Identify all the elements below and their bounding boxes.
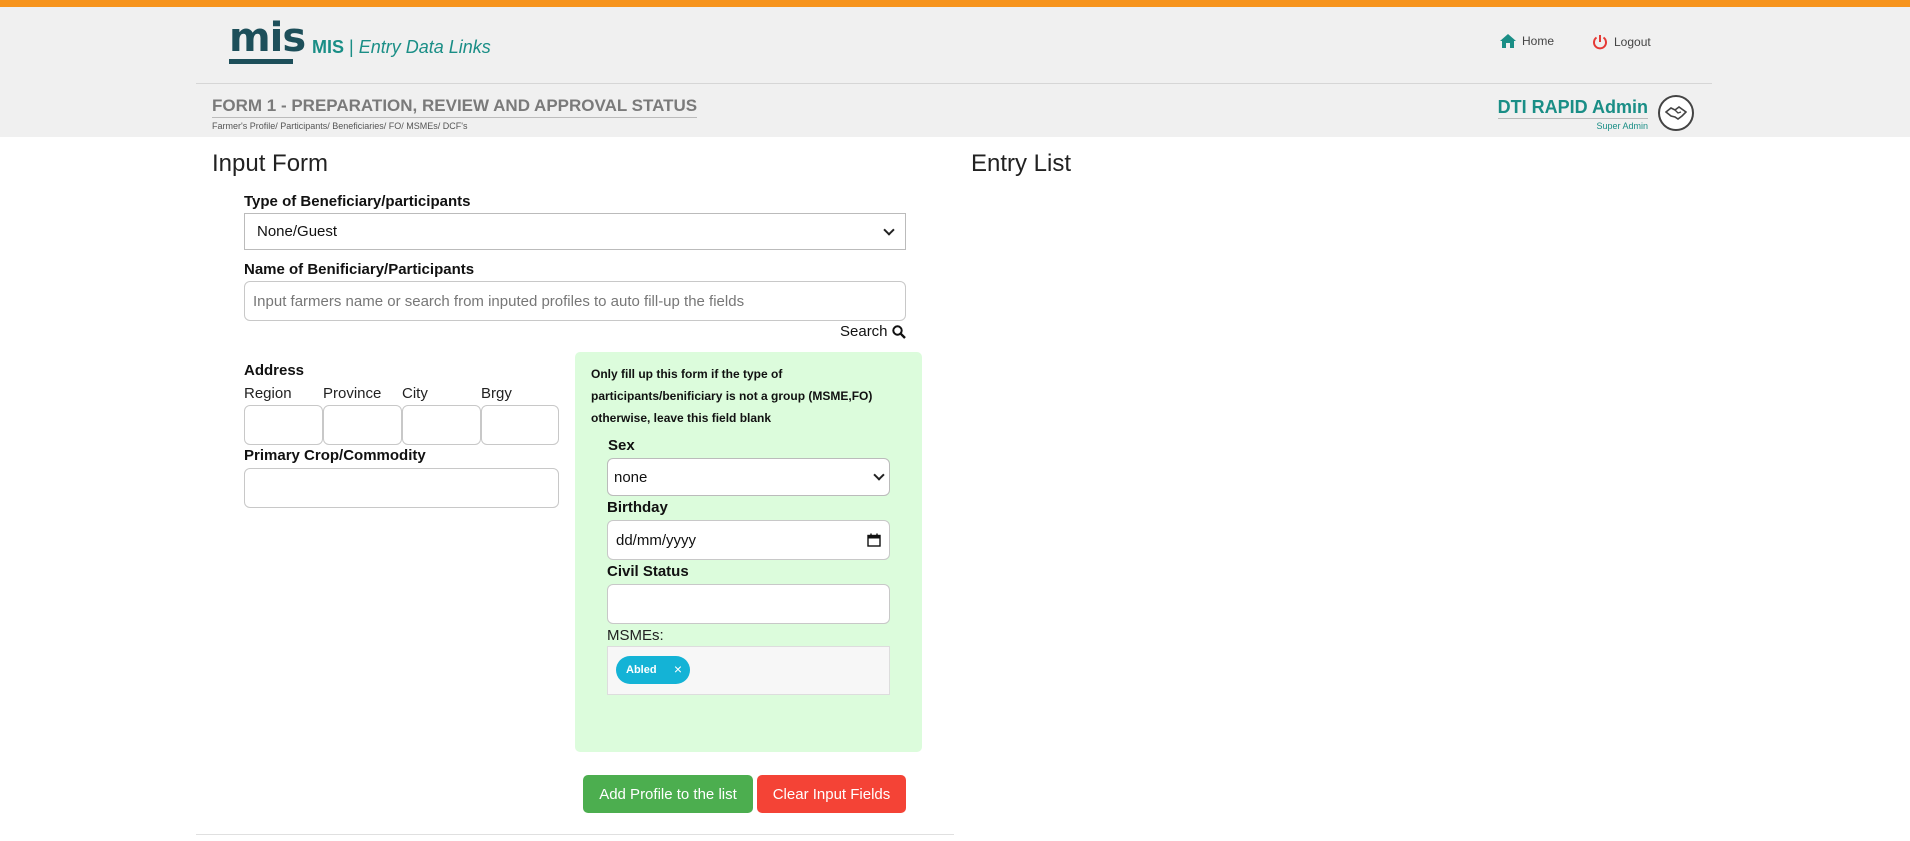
- sex-select[interactable]: none: [607, 458, 890, 496]
- calendar-icon[interactable]: [867, 533, 881, 547]
- clear-fields-button[interactable]: Clear Input Fields: [757, 775, 906, 813]
- name-input-placeholder: Input farmers name or search from inpute…: [253, 292, 745, 310]
- top-accent-bar: [0, 0, 1910, 7]
- nav-home-link[interactable]: Home: [1500, 34, 1554, 48]
- region-input[interactable]: [244, 405, 323, 445]
- panel-note: Only fill up this form if the type of pa…: [591, 367, 873, 425]
- type-label: Type of Beneficiary/participants: [244, 193, 471, 210]
- form-bottom-divider: [196, 834, 954, 835]
- brgy-input[interactable]: [481, 405, 559, 445]
- search-icon: [891, 324, 906, 339]
- city-input[interactable]: [402, 405, 481, 445]
- nav-logout-link[interactable]: Logout: [1592, 34, 1651, 50]
- birthday-label: Birthday: [607, 499, 668, 516]
- title-separator: |: [349, 37, 354, 57]
- type-select-value: None/Guest: [257, 223, 338, 240]
- handshake-icon: [1665, 106, 1687, 120]
- input-form-heading: Input Form: [212, 150, 329, 177]
- search-button[interactable]: Search: [840, 323, 906, 340]
- sex-select-value: none: [614, 468, 648, 486]
- crop-input[interactable]: [244, 468, 559, 508]
- type-select[interactable]: None/Guest: [244, 213, 906, 250]
- user-avatar[interactable]: [1658, 95, 1694, 131]
- sex-label: Sex: [608, 437, 635, 454]
- power-icon: [1593, 35, 1607, 50]
- birthday-input[interactable]: dd/mm/yyyy: [607, 520, 890, 560]
- user-name: DTI RAPID Admin: [1497, 97, 1648, 119]
- brgy-label: Brgy: [481, 385, 512, 402]
- address-label: Address: [244, 362, 305, 379]
- msme-label: MSMEs:: [607, 627, 664, 644]
- header-divider: [196, 83, 1712, 84]
- mis-logo[interactable]: mis: [229, 15, 306, 65]
- add-profile-button[interactable]: Add Profile to the list: [583, 775, 753, 813]
- home-icon: [1500, 34, 1516, 48]
- region-label: Region: [244, 385, 292, 402]
- remove-tag-icon[interactable]: ×: [674, 661, 682, 677]
- app-title: MIS | Entry Data Links: [312, 37, 491, 58]
- province-label: Province: [323, 385, 382, 402]
- user-role: Super Admin: [1596, 121, 1648, 131]
- header: mis MIS | Entry Data Links Home Logout F…: [0, 7, 1910, 137]
- birthday-placeholder: dd/mm/yyyy: [616, 531, 697, 549]
- msme-tag: Abled ×: [616, 656, 690, 684]
- name-input[interactable]: Input farmers name or search from inpute…: [244, 281, 906, 321]
- civil-status-input[interactable]: [607, 584, 890, 624]
- app-name: MIS: [312, 37, 345, 57]
- province-input[interactable]: [323, 405, 402, 445]
- form-title: FORM 1 - PREPARATION, REVIEW AND APPROVA…: [212, 96, 698, 118]
- form-subtitle: Farmer's Profile/ Participants/ Benefici…: [212, 121, 468, 131]
- nav-home-label: Home: [1522, 34, 1555, 48]
- civil-status-label: Civil Status: [607, 563, 689, 580]
- chevron-down-icon: [873, 469, 885, 481]
- search-label: Search: [840, 323, 888, 340]
- crop-label: Primary Crop/Commodity: [244, 447, 426, 464]
- section-name: Entry Data Links: [358, 37, 491, 57]
- name-label: Name of Benificiary/Participants: [244, 261, 475, 278]
- logo-text: mis: [229, 15, 306, 61]
- msme-tag-input[interactable]: Abled ×: [607, 646, 890, 695]
- nav-logout-label: Logout: [1614, 35, 1651, 49]
- city-label: City: [402, 385, 428, 402]
- entry-list-heading: Entry List: [971, 150, 1072, 177]
- chevron-down-icon: [883, 223, 895, 236]
- msme-tag-label: Abled: [626, 664, 657, 676]
